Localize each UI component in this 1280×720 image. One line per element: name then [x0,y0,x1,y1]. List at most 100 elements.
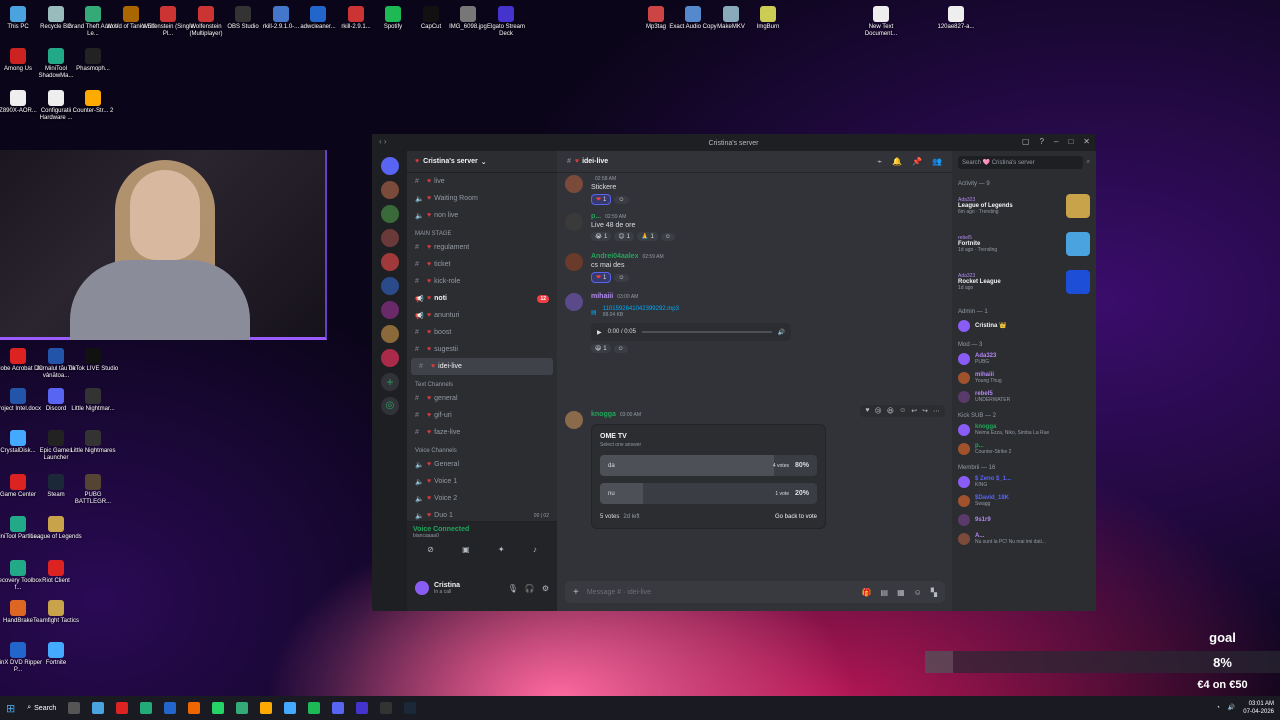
discord-icon[interactable] [332,702,345,714]
member-item[interactable]: p... Counter-Strike 2 [958,440,1090,457]
mic-icon[interactable]: 🎙 [508,584,518,593]
author-name[interactable]: mihaiii [591,293,613,300]
volume-icon[interactable]: 🔊 [778,329,785,336]
channel-regulament[interactable]: # ♥ regulament [407,239,557,256]
steam-icon[interactable] [404,702,417,714]
avatar[interactable] [565,293,583,311]
member-item[interactable]: knogga Neima Ezza, Niko, Simba La Rue [958,421,1090,438]
camera-icon[interactable]: ⊘ [427,545,434,554]
close-icon[interactable]: ✕ [1083,137,1090,146]
windows-start-icon[interactable]: ⊞ [6,702,15,715]
search-input[interactable]: Search 🩷 Cristina's server [958,155,1083,169]
desktop-icon[interactable]: New Text Document... [855,6,907,38]
reaction[interactable]: 🙏 1 [636,232,658,241]
voice-server-label[interactable]: biancaaaa0 [413,533,551,539]
channel-General[interactable]: 🔈 ♥ General [407,456,557,473]
clock-time[interactable]: 03:01 AM [1243,700,1274,708]
browser-icon[interactable] [164,702,177,714]
cry-icon[interactable]: 😢 [874,407,881,415]
channel-Voice 1[interactable]: 🔈 ♥ Voice 1 [407,473,557,490]
gif-icon[interactable]: ▤ [881,588,889,597]
add-reaction-icon[interactable]: ☺ [614,274,629,282]
desktop-icon[interactable]: Elgato Stream Deck [480,6,532,38]
chrome-icon[interactable] [140,702,153,714]
guild-icon[interactable] [381,229,399,247]
desktop-icon[interactable]: TikTok LIVE Studio [67,348,119,373]
heart-icon[interactable]: ♥ [865,407,869,415]
network-icon[interactable]: ◔ [1216,704,1220,712]
forward-icon[interactable]: ↪ [922,407,928,415]
add-reaction-icon[interactable]: ☺ [614,196,629,204]
desktop-icon[interactable]: 120ae827-a... [930,6,982,31]
members-icon[interactable]: 👥 [932,157,942,166]
activity-card[interactable]: Ada323 Rocket League 1d ago [958,263,1090,301]
server-header[interactable]: ♥ Cristina's server ⌄ [407,151,557,173]
member-item[interactable]: $David_18K Swagg [958,492,1090,509]
member-item[interactable]: $ Zeno $_1... KING [958,473,1090,490]
add-server-icon[interactable]: + [381,373,399,391]
desktop-icon[interactable]: Riot Client [30,560,82,585]
activity-card[interactable]: rebel5 Fortnite 1d ago · Trending [958,225,1090,263]
reaction[interactable]: 😊 1 [614,232,634,241]
reaction[interactable]: ❤ 1 [591,194,612,205]
inbox-icon[interactable]: ▢ [1022,137,1030,146]
firefox-icon[interactable] [188,702,201,714]
minimize-icon[interactable]: – [1054,137,1058,146]
member-item[interactable]: Ada323 PUBG [958,350,1090,367]
channel-kick-role[interactable]: # ♥ kick-role [407,273,557,290]
poll-option[interactable]: nu 1 vote 20% [600,483,817,504]
desktop-icon[interactable]: League of Legends [30,516,82,541]
desktop-icon[interactable]: PUBG BATTLEGR... [67,474,119,506]
explorer-icon[interactable] [260,702,273,714]
apps-icon[interactable]: ▚ [931,588,937,597]
desktop-icon[interactable]: ImgBurn [742,6,794,31]
add-reaction-icon[interactable]: ☺ [660,233,675,241]
member-item[interactable]: Cristina 👑 [958,317,1090,334]
add-reaction-icon[interactable]: ☺ [899,407,906,415]
app-icon[interactable] [284,702,297,714]
poll-option[interactable]: da 4 votes 80% [600,455,817,476]
whatsapp-icon[interactable] [212,702,225,714]
guild-icon[interactable] [381,349,399,367]
settings-icon[interactable]: ⚙ [542,584,549,593]
channel-anunturi[interactable]: 📢 ♥ anunturi [407,307,557,324]
member-item[interactable]: mihaiii Young Thug [958,369,1090,386]
taskbar-search[interactable]: ⌕ Search [27,704,56,712]
channel-idei-live[interactable]: # ♥ idei-live [411,358,553,375]
category-header[interactable]: MAIN STAGE [407,224,557,239]
reaction[interactable]: 😭 1 [591,232,612,241]
screen-share-icon[interactable]: ▣ [462,545,470,554]
channel-live[interactable]: # ♥ live [407,173,557,190]
maximize-icon[interactable]: □ [1068,137,1073,146]
clock-date[interactable]: 07-04-2026 [1243,708,1274,716]
spotify-icon[interactable] [308,702,321,714]
activity-icon[interactable]: ✦ [498,545,505,554]
author-name[interactable]: knogga [591,411,616,418]
guild-icon[interactable] [381,205,399,223]
play-icon[interactable]: ▶ [597,329,602,336]
laugh-icon[interactable]: 😆 [887,407,894,415]
activity-card[interactable]: Ada323 League of Legends 6m ago · Trending [958,187,1090,225]
channel-Voice 2[interactable]: 🔈 ♥ Voice 2 [407,490,557,507]
avatar[interactable] [565,253,583,271]
emoji-icon[interactable]: ☺ [914,588,922,597]
avatar[interactable] [565,175,583,193]
task-view-icon[interactable] [68,702,81,714]
obs-icon[interactable] [380,702,393,714]
desktop-icon[interactable]: Phasmoph... [67,48,119,73]
store-icon[interactable] [236,702,249,714]
message-input[interactable]: Message # · idei-live [587,589,651,596]
bell-icon[interactable]: 🔔 [892,157,902,166]
desktop-icon[interactable]: Little Nightmar... [67,388,119,413]
channel-noti[interactable]: 📢 ♥ noti 12 [407,290,557,307]
guild-icon[interactable] [381,325,399,343]
author-name[interactable]: Andrei04aalex [591,253,638,260]
discover-icon[interactable]: ◎ [381,397,399,415]
desktop-icon[interactable]: Fortnite [30,642,82,667]
headphones-icon[interactable]: 🎧 [525,584,535,593]
guild-icon[interactable] [381,181,399,199]
desktop-icon[interactable]: Teamfight Tactics [30,600,82,625]
author-name[interactable]: p... [591,213,601,220]
guild-icon[interactable] [381,301,399,319]
more-icon[interactable]: ⋯ [933,407,940,415]
